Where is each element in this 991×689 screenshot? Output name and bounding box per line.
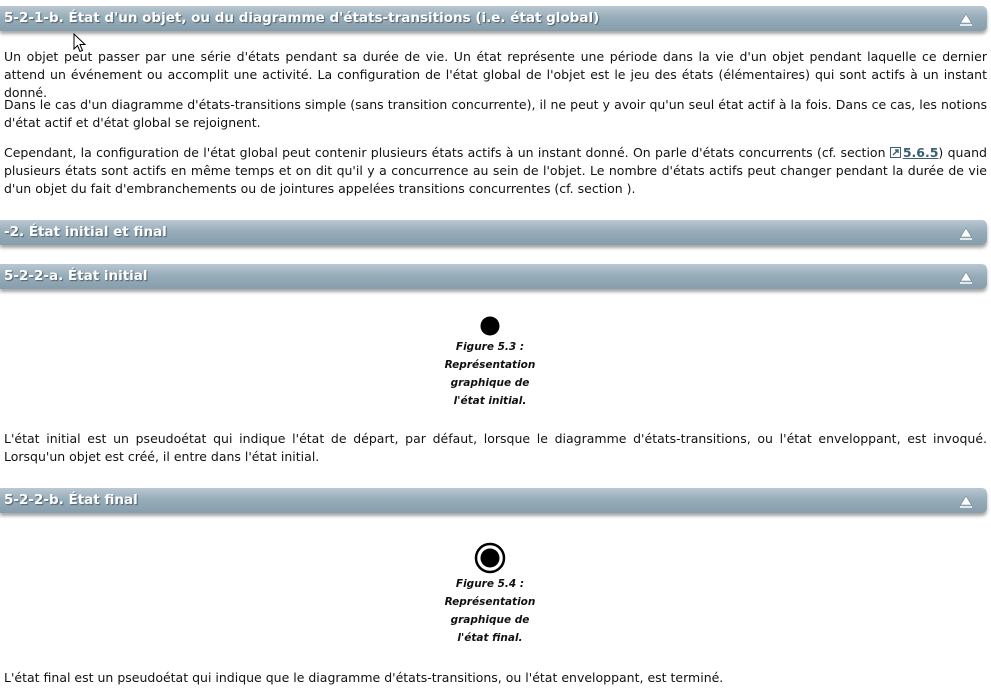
figure-etat-initial: Figure 5.3 : Représentation graphique de…	[430, 315, 550, 410]
external-link-icon	[889, 147, 901, 158]
paragraph-etat-objet-3: Cependant, la configuration de l'état gl…	[4, 144, 987, 198]
section-link[interactable]: 5.6.5	[889, 145, 939, 160]
caption-line: Figure 5.4 :	[455, 578, 525, 590]
caption-line: l'état initial.	[453, 395, 527, 407]
paragraph-etat-objet-1: Un objet peut passer par une série d'éta…	[4, 49, 987, 100]
caption-line: graphique de	[450, 377, 530, 389]
caption-line: l'état final.	[457, 632, 523, 644]
collapse-triangle-icon[interactable]	[959, 12, 973, 26]
collapse-triangle-icon[interactable]	[959, 270, 973, 284]
collapse-triangle-icon[interactable]	[959, 226, 973, 240]
mouse-pointer-icon	[73, 33, 87, 53]
section-header-etat-objet[interactable]: 5-2-1-b. État d'un objet, ou du diagramm…	[0, 6, 987, 31]
caption-line: graphique de	[450, 614, 530, 626]
caption-line: Représentation	[444, 596, 536, 608]
section-title: 5-2-2-a. État initial	[4, 268, 148, 284]
section-header-etat-initial-final[interactable]: -2. État initial et final	[0, 220, 987, 245]
caption-line: Représentation	[444, 359, 536, 371]
section-link-label[interactable]: 5.6.5	[903, 145, 939, 160]
section-header-etat-initial[interactable]: 5-2-2-a. État initial	[0, 264, 987, 289]
paragraph-etat-final: L'état final est un pseudoétat qui indiq…	[4, 670, 724, 685]
section-header-etat-final[interactable]: 5-2-2-b. État final	[0, 488, 987, 513]
figure-caption: Figure 5.4 : Représentation graphique de…	[430, 575, 550, 647]
figure-caption: Figure 5.3 : Représentation graphique de…	[430, 338, 550, 410]
section-title: -2. État initial et final	[4, 224, 167, 240]
section-title: 5-2-1-b. État d'un objet, ou du diagramm…	[4, 10, 600, 26]
figure-etat-final: Figure 5.4 : Représentation graphique de…	[430, 542, 550, 647]
paragraph-text: Cependant, la configuration de l'état gl…	[4, 145, 890, 160]
paragraph-etat-objet-2: Dans le cas d'un diagramme d'états-trans…	[4, 97, 987, 130]
initial-state-icon	[480, 316, 500, 336]
paragraph-etat-initial: L'état initial est un pseudoétat qui ind…	[4, 431, 987, 464]
caption-line: Figure 5.3 :	[455, 341, 525, 353]
final-state-icon	[474, 542, 506, 574]
collapse-triangle-icon[interactable]	[959, 494, 973, 508]
section-title: 5-2-2-b. État final	[4, 492, 138, 508]
